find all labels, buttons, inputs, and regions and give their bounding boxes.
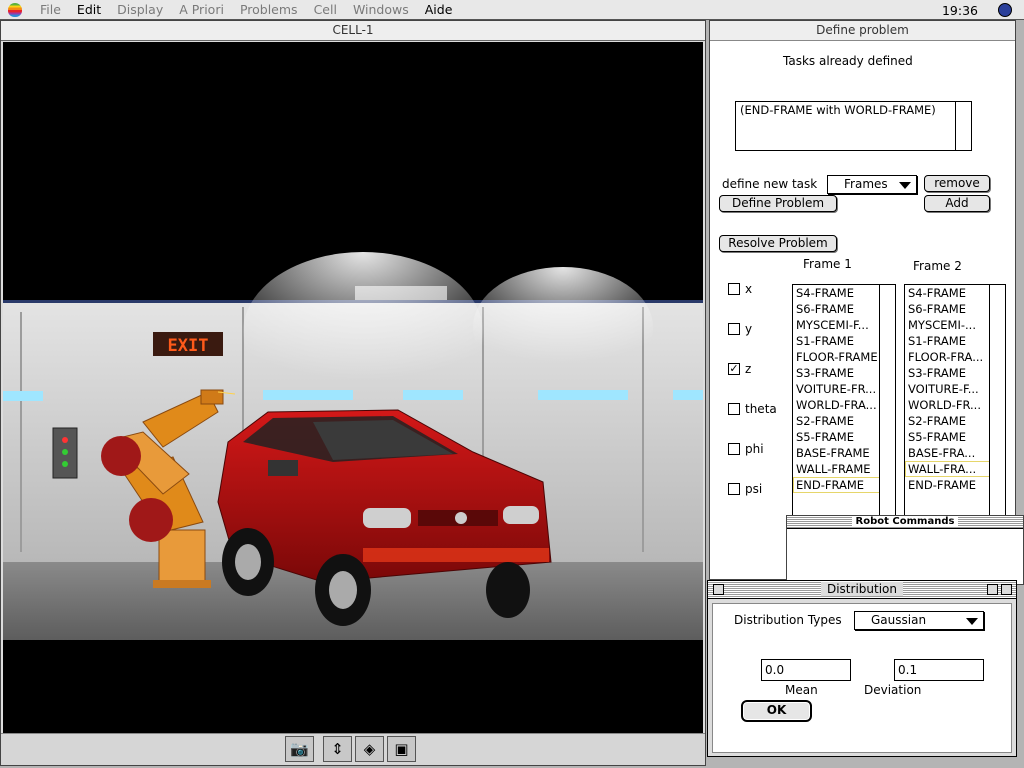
robot-commands-titlebar[interactable]: Robot Commands — [787, 516, 1023, 529]
distribution-content: Distribution Types Gaussian 0.0 0.1 Mean… — [712, 603, 1012, 753]
menubar: File Edit Display A Priori Problems Cell… — [0, 0, 1024, 20]
menu-problems[interactable]: Problems — [232, 2, 306, 17]
chevron-down-icon — [966, 618, 978, 625]
tasks-scrollbar[interactable] — [955, 102, 971, 150]
checkmark-icon: ✓ — [729, 362, 739, 375]
robot-commands-title: Robot Commands — [851, 516, 959, 527]
menu-windows[interactable]: Windows — [345, 2, 417, 17]
distribution-types-label: Distribution Types — [734, 613, 842, 627]
mean-input[interactable]: 0.0 — [761, 659, 851, 681]
application-menu-icon[interactable] — [998, 3, 1012, 17]
checkbox-y-label: y — [745, 322, 753, 336]
menu-aide[interactable]: Aide — [417, 2, 461, 17]
mean-label: Mean — [785, 683, 818, 697]
rotate-icon: ◈ — [363, 740, 376, 758]
define-problem-title[interactable]: Define problem — [710, 21, 1015, 41]
deviation-label: Deviation — [864, 683, 922, 697]
checkbox-x-label: x — [745, 282, 753, 296]
checkbox-phi-label: phi — [745, 442, 764, 456]
apple-menu-icon[interactable] — [8, 2, 22, 17]
distribution-window: Distribution Distribution Types Gaussian… — [707, 580, 1017, 757]
move-button[interactable]: ⇕ — [323, 736, 352, 762]
menu-edit[interactable]: Edit — [69, 2, 109, 17]
frame2-scrollbar[interactable] — [989, 285, 1005, 515]
collapse-box-icon[interactable] — [1001, 584, 1012, 595]
checkbox-z-label: z — [745, 362, 752, 376]
menu-display[interactable]: Display — [109, 2, 171, 17]
add-button[interactable]: Add — [924, 195, 990, 212]
checkbox-z[interactable]: ✓ — [728, 363, 740, 375]
cube-icon: ▣ — [394, 740, 409, 758]
checkbox-x[interactable] — [728, 283, 740, 295]
frame2-list[interactable]: S4-FRAME S6-FRAME MYSCEMI-... S1-FRAME FLOOR… — [904, 284, 1006, 516]
frame2-heading: Frame 2 — [913, 259, 962, 273]
frame1-list[interactable]: S4-FRAME S6-FRAME MYSCEMI-F... S1-FRAME FLOO… — [792, 284, 896, 516]
menu-a-priori[interactable]: A Priori — [171, 2, 232, 17]
define-new-task-label: define new task — [722, 177, 818, 191]
cell-window: CELL-1 EXIT 📷 ⇕ ◈ ▣ — [0, 20, 706, 766]
close-box-icon[interactable] — [713, 584, 724, 595]
move-icon: ⇕ — [331, 740, 344, 758]
distribution-titlebar[interactable]: Distribution — [708, 581, 1016, 599]
camera-button[interactable]: 📷 — [285, 736, 314, 762]
robot-commands-window: Robot Commands — [786, 515, 1024, 585]
camera-icon: 📷 — [290, 740, 309, 758]
checkbox-theta-label: theta — [745, 402, 777, 416]
distribution-type-select[interactable]: Gaussian — [854, 611, 984, 630]
task-type-select[interactable]: Frames — [827, 175, 917, 194]
remove-button[interactable]: remove — [924, 175, 990, 192]
frame1-heading: Frame 1 — [803, 257, 852, 271]
define-problem-button[interactable]: Define Problem — [719, 195, 837, 212]
cube-button[interactable]: ▣ — [387, 736, 416, 762]
frame1-scrollbar[interactable] — [879, 285, 895, 515]
checkbox-y[interactable] — [728, 323, 740, 335]
menubar-clock[interactable]: 19:36 — [942, 3, 978, 18]
3d-viewport[interactable]: EXIT — [3, 42, 703, 734]
scene-render: EXIT — [3, 252, 703, 734]
distribution-type-value: Gaussian — [871, 613, 927, 627]
tasks-heading: Tasks already defined — [783, 54, 913, 68]
zoom-box-icon[interactable] — [987, 584, 998, 595]
menu-file[interactable]: File — [32, 2, 69, 17]
cell-window-title[interactable]: CELL-1 — [1, 21, 705, 41]
resolve-problem-button[interactable]: Resolve Problem — [719, 235, 837, 252]
checkbox-phi[interactable] — [728, 443, 740, 455]
distribution-title: Distribution — [820, 582, 903, 596]
cell-toolbar: 📷 ⇕ ◈ ▣ — [1, 733, 705, 765]
checkbox-psi-label: psi — [745, 482, 763, 496]
chevron-down-icon — [899, 182, 911, 189]
tasks-list[interactable]: (END-FRAME with WORLD-FRAME) — [735, 101, 972, 151]
deviation-input[interactable]: 0.1 — [894, 659, 984, 681]
define-problem-window: Define problem Tasks already defined (EN… — [709, 20, 1016, 580]
menu-cell[interactable]: Cell — [306, 2, 345, 17]
ok-button[interactable]: OK — [741, 700, 812, 722]
exit-sign: EXIT — [168, 336, 209, 356]
checkbox-psi[interactable] — [728, 483, 740, 495]
checkbox-theta[interactable] — [728, 403, 740, 415]
task-item[interactable]: (END-FRAME with WORLD-FRAME) — [736, 102, 971, 118]
task-type-value: Frames — [844, 177, 888, 191]
rotate-button[interactable]: ◈ — [355, 736, 384, 762]
